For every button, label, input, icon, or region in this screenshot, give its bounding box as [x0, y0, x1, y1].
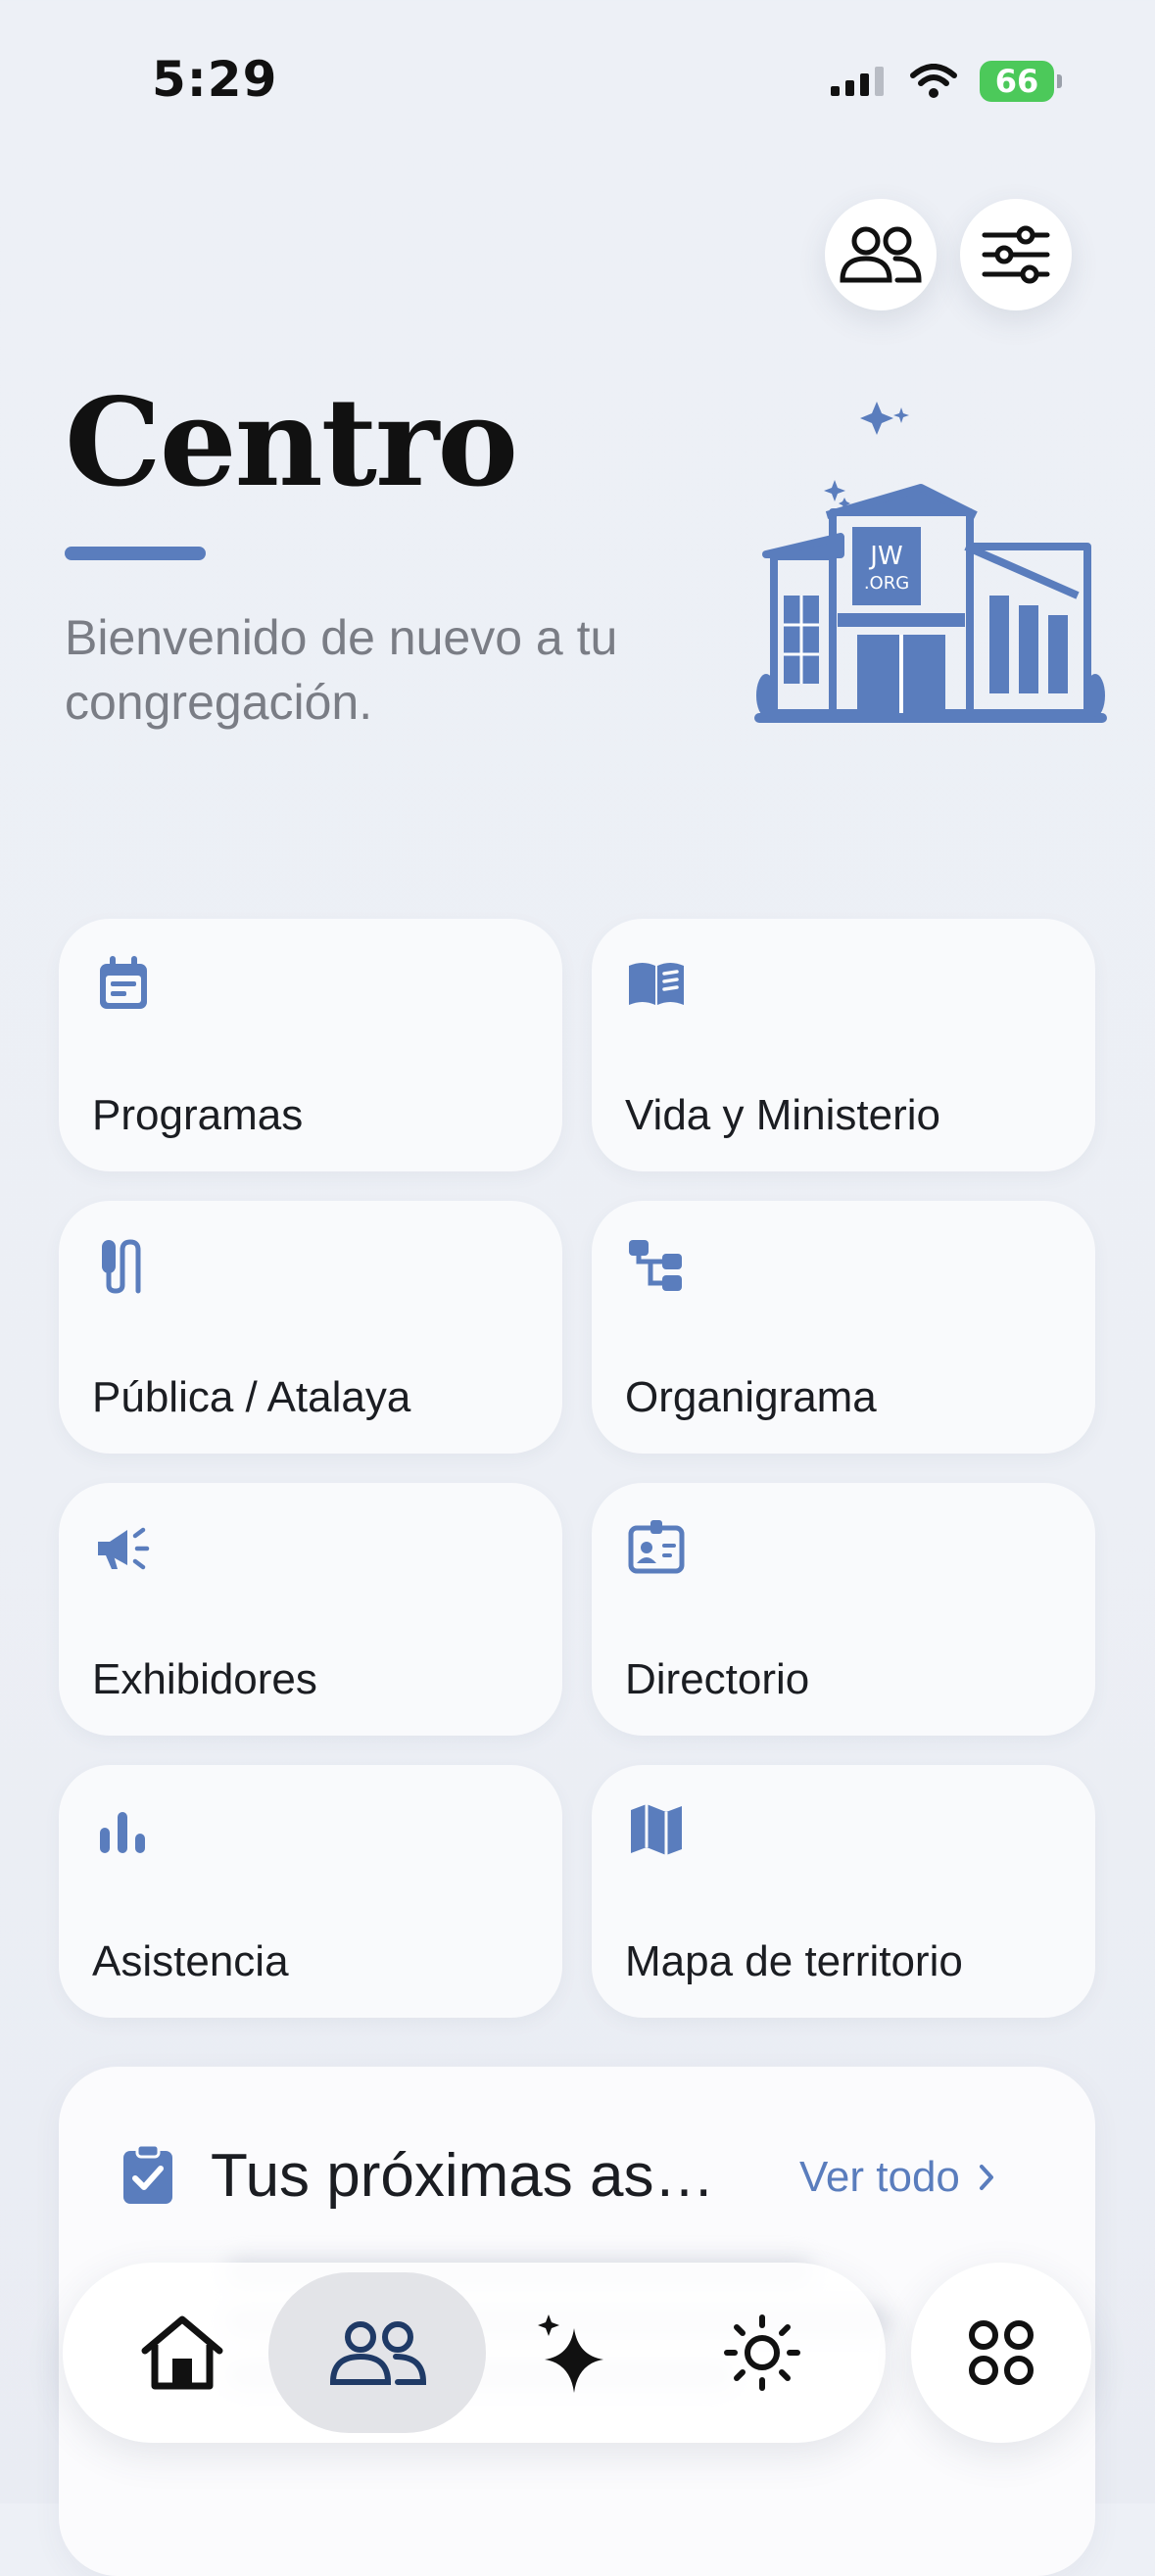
menu-card-label: Vida y Ministerio [625, 1091, 940, 1139]
menu-card-label: Mapa de territorio [625, 1937, 963, 1985]
assignments-title: Tus próximas asig... [211, 2142, 720, 2210]
menu-card-organigrama[interactable]: Organigrama [592, 1201, 1095, 1454]
menu-card-label: Organigrama [625, 1373, 877, 1421]
status-icons: 66 [829, 61, 1062, 102]
congregation-people-button[interactable] [825, 199, 937, 310]
battery-indicator: 66 [980, 61, 1062, 102]
grid-icon [969, 2320, 1034, 2385]
tab-bar [63, 2263, 886, 2443]
menu-card-label: Pública / Atalaya [92, 1373, 411, 1421]
battery-level: 66 [980, 61, 1054, 102]
filter-settings-button[interactable] [960, 199, 1072, 310]
megaphone-icon [98, 1527, 150, 1570]
microphone-icon [102, 1239, 141, 1294]
cellular-signal-icon [831, 67, 884, 96]
view-all-label: Ver todo [799, 2153, 960, 2201]
menu-card-label: Directorio [625, 1655, 810, 1703]
menu-card-label: Asistencia [92, 1937, 289, 1985]
people-icon [329, 2321, 427, 2385]
view-all-link[interactable]: Ver todo [799, 2153, 995, 2202]
menu-card-programas[interactable]: Programas [59, 919, 562, 1171]
sun-icon [724, 2314, 800, 2391]
tab-appearance[interactable] [682, 2272, 842, 2433]
book-icon [629, 963, 684, 1005]
map-icon [631, 1804, 682, 1855]
tab-congregation[interactable] [298, 2272, 458, 2433]
menu-card-vida-ministerio[interactable]: Vida y Ministerio [592, 919, 1095, 1171]
sliders-icon [982, 225, 1050, 284]
tab-home[interactable] [102, 2272, 263, 2433]
bar-chart-icon [100, 1812, 145, 1853]
menu-card-directorio[interactable]: Directorio [592, 1483, 1095, 1736]
id-badge-icon [628, 1520, 685, 1574]
wifi-icon [910, 64, 957, 98]
menu-grid: Programas Vida y Ministerio Pública / At… [59, 919, 1095, 2018]
kingdom-hall-illustration: JW .ORG [754, 402, 1107, 723]
status-time: 5:29 [152, 51, 278, 108]
illustration-jw-text: JW [868, 542, 902, 571]
home-icon [141, 2315, 223, 2390]
calendar-icon [100, 956, 147, 1009]
menu-card-exhibidores[interactable]: Exhibidores [59, 1483, 562, 1736]
page-subtitle: Bienvenido de nuevo a tu congregación. [65, 610, 618, 730]
org-chart-icon [629, 1240, 682, 1291]
clipboard-check-icon [123, 2143, 172, 2204]
menu-card-label: Programas [92, 1091, 304, 1139]
menu-card-label: Exhibidores [92, 1655, 317, 1703]
menu-card-asistencia[interactable]: Asistencia [59, 1765, 562, 2018]
page-title: Centro [65, 372, 518, 514]
menu-card-mapa-territorio[interactable]: Mapa de territorio [592, 1765, 1095, 2018]
more-apps-button[interactable] [911, 2263, 1091, 2443]
title-underline [65, 547, 206, 560]
sparkle-icon [538, 2314, 603, 2393]
menu-card-publica-atalaya[interactable]: Pública / Atalaya [59, 1201, 562, 1454]
chevron-right-icon [979, 2165, 993, 2190]
illustration-org-text: .ORG [864, 573, 909, 594]
people-icon [840, 226, 922, 283]
tab-ai-assistant[interactable] [494, 2272, 654, 2433]
